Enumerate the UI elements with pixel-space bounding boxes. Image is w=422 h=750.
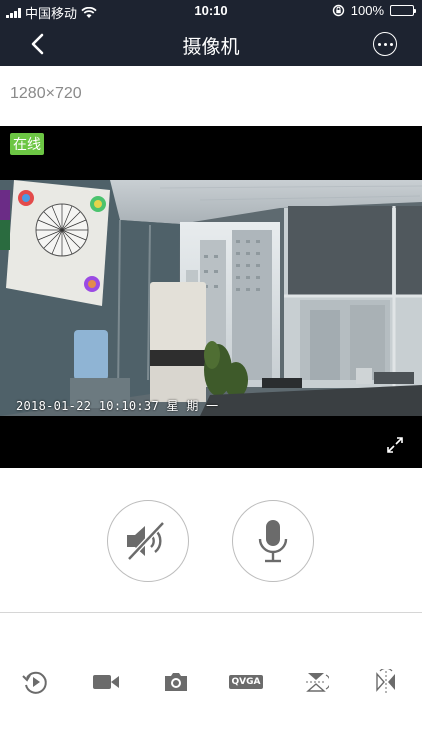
nav-bar: 摄像机 — [0, 22, 422, 66]
battery-percent: 100% — [350, 3, 384, 18]
video-timestamp: 2018-01-22 10:10:37 星 期 一 — [16, 399, 219, 413]
more-icon[interactable] — [373, 32, 397, 56]
header: 中国移动 10:10 100% 摄像机 — [0, 0, 422, 66]
battery-icon — [390, 5, 416, 16]
quality-label: QVGA — [228, 675, 264, 689]
playback-button[interactable] — [17, 664, 53, 700]
camera-screen: 中国移动 10:10 100% 摄像机 1280×720 在线 2018-01-… — [0, 0, 422, 750]
flip-vertical-icon — [306, 673, 329, 692]
status-bar: 中国移动 10:10 100% — [0, 0, 422, 22]
orientation-lock-icon — [332, 4, 344, 17]
record-button[interactable] — [88, 664, 124, 700]
online-status-badge: 在线 — [10, 133, 44, 155]
mute-button[interactable] — [107, 500, 189, 582]
talk-button[interactable] — [232, 500, 314, 582]
microphone-icon — [258, 520, 288, 563]
bottom-toolbar: QVGA — [0, 664, 422, 700]
page-title: 摄像机 — [182, 37, 240, 58]
quality-button[interactable]: QVGA — [228, 664, 264, 700]
camera-snapshot-icon — [165, 673, 187, 691]
video-player[interactable]: 在线 2018-01-22 10:10:37 星 期 一 — [0, 126, 422, 468]
fullscreen-icon[interactable] — [386, 436, 404, 454]
record-icon — [93, 675, 119, 689]
divider — [0, 612, 422, 613]
mirror-button[interactable] — [368, 664, 404, 700]
resolution-label: 1280×720 — [10, 85, 82, 102]
playback-icon — [22, 671, 47, 694]
status-right: 100% — [332, 3, 416, 18]
camera-feed-image: 2018-01-22 10:10:37 星 期 一 — [0, 180, 422, 416]
speaker-muted-icon — [127, 521, 165, 561]
flip-vertical-button[interactable] — [298, 664, 334, 700]
snapshot-button[interactable] — [158, 664, 194, 700]
mirror-icon — [376, 669, 395, 693]
